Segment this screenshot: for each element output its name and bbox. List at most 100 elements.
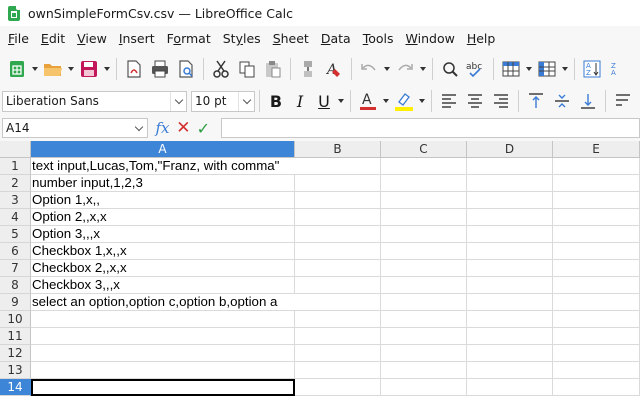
cell-d9[interactable]	[467, 294, 553, 311]
font-color-dropdown-icon[interactable]	[381, 88, 391, 114]
cell-b10[interactable]	[295, 311, 381, 328]
cell-b11[interactable]	[295, 328, 381, 345]
cut-icon[interactable]	[208, 56, 234, 82]
cell-d2[interactable]	[467, 175, 553, 192]
redo-icon[interactable]	[392, 56, 418, 82]
cell-d14[interactable]	[467, 379, 553, 396]
cell-e13[interactable]	[553, 362, 640, 379]
cell-c2[interactable]	[381, 175, 467, 192]
name-box[interactable]: A14	[2, 118, 148, 138]
open-dropdown-icon[interactable]	[66, 56, 76, 82]
menu-file[interactable]: File	[2, 28, 35, 50]
chevron-down-icon[interactable]	[131, 119, 147, 137]
cell-d8[interactable]	[467, 277, 553, 294]
cell-e3[interactable]	[553, 192, 640, 209]
cancel-icon[interactable]: ✕	[173, 117, 193, 139]
cell-e7[interactable]	[553, 260, 640, 277]
menu-tools[interactable]: Tools	[357, 28, 400, 50]
copy-icon[interactable]	[234, 56, 260, 82]
menu-styles[interactable]: Styles	[217, 28, 267, 50]
cell-c1[interactable]	[381, 158, 467, 175]
cell-a8[interactable]: Checkbox 3,,,x	[31, 277, 295, 294]
cell-c3[interactable]	[381, 192, 467, 209]
cell-e10[interactable]	[553, 311, 640, 328]
row-header-11[interactable]: 11	[0, 328, 31, 345]
font-color-icon[interactable]: A	[355, 88, 381, 114]
menu-insert[interactable]: Insert	[113, 28, 161, 50]
cell-e5[interactable]	[553, 226, 640, 243]
highlight-dropdown-icon[interactable]	[417, 88, 427, 114]
cell-a14[interactable]	[31, 379, 295, 396]
column-header-e[interactable]: E	[553, 141, 640, 158]
cell-a10[interactable]	[31, 311, 295, 328]
menu-help[interactable]: Help	[461, 28, 502, 50]
underline-button[interactable]: U	[312, 89, 336, 113]
row-header-9[interactable]: 9	[0, 294, 31, 311]
row-header-2[interactable]: 2	[0, 175, 31, 192]
clone-formatting-icon[interactable]	[295, 56, 321, 82]
cell-a13[interactable]	[31, 362, 295, 379]
menu-sheet[interactable]: Sheet	[267, 28, 315, 50]
cell-c7[interactable]	[381, 260, 467, 277]
spelling-icon[interactable]: abc	[463, 56, 489, 82]
font-name-box[interactable]: Liberation Sans	[2, 90, 187, 112]
align-bottom-icon[interactable]	[575, 88, 601, 114]
export-pdf-icon[interactable]	[121, 56, 147, 82]
row-header-7[interactable]: 7	[0, 260, 31, 277]
cell-a2[interactable]: number input,1,2,3	[31, 175, 295, 192]
cell-b2[interactable]	[295, 175, 381, 192]
cell-b3[interactable]	[295, 192, 381, 209]
row-header-5[interactable]: 5	[0, 226, 31, 243]
menu-view[interactable]: View	[71, 28, 113, 50]
chevron-down-icon[interactable]	[170, 91, 186, 111]
cell-a12[interactable]	[31, 345, 295, 362]
cell-c11[interactable]	[381, 328, 467, 345]
menu-edit[interactable]: Edit	[35, 28, 71, 50]
row-header-14[interactable]: 14	[0, 379, 31, 396]
row-header-4[interactable]: 4	[0, 209, 31, 226]
center-vertically-icon[interactable]	[549, 88, 575, 114]
accept-icon[interactable]: ✓	[193, 117, 213, 139]
cell-e14[interactable]	[553, 379, 640, 396]
cell-c10[interactable]	[381, 311, 467, 328]
highlight-color-icon[interactable]	[391, 88, 417, 114]
menu-format[interactable]: Format	[161, 28, 217, 50]
chevron-down-icon[interactable]	[238, 91, 254, 111]
cell-c8[interactable]	[381, 277, 467, 294]
align-top-icon[interactable]	[523, 88, 549, 114]
cell-b5[interactable]	[295, 226, 381, 243]
cell-e6[interactable]	[553, 243, 640, 260]
cell-b12[interactable]	[295, 345, 381, 362]
cell-a5[interactable]: Option 3,,,x	[31, 226, 295, 243]
cell-b13[interactable]	[295, 362, 381, 379]
cell-c14[interactable]	[381, 379, 467, 396]
new-spreadsheet-icon[interactable]	[4, 56, 30, 82]
row-header-3[interactable]: 3	[0, 192, 31, 209]
cell-d6[interactable]	[467, 243, 553, 260]
sort-descending-icon[interactable]: ZA	[605, 56, 631, 82]
find-replace-icon[interactable]	[437, 56, 463, 82]
undo-dropdown-icon[interactable]	[382, 56, 392, 82]
undo-icon[interactable]	[356, 56, 382, 82]
cell-b7[interactable]	[295, 260, 381, 277]
row-dropdown-icon[interactable]	[524, 56, 534, 82]
row-header-12[interactable]: 12	[0, 345, 31, 362]
cell-e12[interactable]	[553, 345, 640, 362]
cell-b1[interactable]	[295, 158, 381, 175]
cell-b4[interactable]	[295, 209, 381, 226]
cell-d10[interactable]	[467, 311, 553, 328]
cell-a6[interactable]: Checkbox 1,x,,x	[31, 243, 295, 260]
cell-d4[interactable]	[467, 209, 553, 226]
save-dropdown-icon[interactable]	[102, 56, 112, 82]
formula-input[interactable]	[221, 118, 640, 138]
column-header-c[interactable]: C	[381, 141, 467, 158]
row-icon[interactable]	[498, 56, 524, 82]
column-dropdown-icon[interactable]	[560, 56, 570, 82]
column-icon[interactable]	[534, 56, 560, 82]
cell-b8[interactable]	[295, 277, 381, 294]
wrap-text-icon[interactable]	[610, 88, 636, 114]
cell-c4[interactable]	[381, 209, 467, 226]
cell-e9[interactable]	[553, 294, 640, 311]
paste-icon[interactable]	[260, 56, 286, 82]
menu-data[interactable]: Data	[315, 28, 357, 50]
